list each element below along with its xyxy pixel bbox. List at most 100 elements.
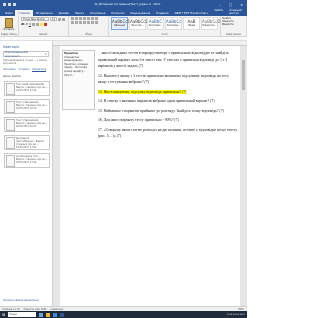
paste-label[interactable]: Вставити [2,28,16,31]
document-page[interactable]: Примітки Стандартне рецензування... Прим… [60,48,240,306]
scrollbar-thumb[interactable] [242,60,245,90]
borders-icon[interactable] [95,21,98,24]
paste-icon[interactable] [5,18,13,28]
paragraph[interactable]: 15. Найменше з варіантів прийнято до роз… [98,108,238,115]
bullets-icon[interactable] [71,17,74,20]
style-heading-2[interactable]: AaBbCc Заголово... [165,17,182,30]
editing-group: Знайти Замінити Виділити Редагування [221,16,247,36]
document-thumbnail [6,137,15,149]
decrease-indent-icon[interactable] [83,17,86,20]
italic-icon[interactable]: К [26,22,28,26]
recovery-file-card[interactable]: Ш_Матеріали тест... Версія: створено під… [4,153,50,168]
nav-tab-pages[interactable]: Сторінки [19,68,30,72]
close-icon[interactable]: × [45,52,47,56]
file-explorer-icon[interactable] [46,312,51,317]
maximize-icon[interactable]: □ [229,3,232,7]
paragraph-group: Абзац [69,16,109,36]
minimize-icon[interactable]: – [219,3,221,7]
word-window: Ш_Матеріали тестування(Текст_рідаш 1) - … [0,0,247,318]
subscript-icon[interactable] [35,22,39,26]
system-tray: 17:35 19.05.2017 [226,314,247,316]
document-thumbnail [6,101,15,113]
clipboard-group-label: Буфер обміну [1,33,17,36]
font-group: Times New Roman 14 Ж К Ч Шрифт [19,16,69,36]
font-name-select[interactable]: Times New Roman [21,17,49,21]
increase-indent-icon[interactable] [87,17,90,20]
clock-date[interactable]: 19.05.2017 [233,314,245,316]
style-title[interactable]: AaB Назва [183,17,200,30]
document-body[interactable]: …якості вихідних тестів в маршрутизаторі… [98,50,238,143]
style-no-spacing[interactable]: AaBbCcD Без інте... [129,17,149,30]
paragraph[interactable]: …якості вихідних тестів в маршрутизаторі… [98,50,238,70]
comment-text: Стандартне рецензування... Примітки, скл… [64,55,89,77]
save-icon[interactable] [3,3,6,6]
bold-icon[interactable]: Ж [21,22,25,26]
sort-icon[interactable] [91,17,94,20]
nav-tabs: Заголовки Сторінки Результати [3,68,49,72]
clipboard-group: Вставити Буфер обміну [0,16,19,36]
paragraph[interactable]: 17. «Створену вами статтю розподіл на дв… [98,127,238,140]
comment-panel[interactable]: Примітки Стандартне рецензування... Прим… [62,50,95,110]
line-spacing-icon[interactable] [87,21,90,24]
horizontal-ruler[interactable] [53,41,247,46]
window-controls: – □ × [215,3,247,7]
nav-results-label: Діалог файлів [3,75,21,78]
nav-subtitle: Підпорядкування та інші ... у межах доку… [3,59,47,65]
justify-icon[interactable] [83,21,86,24]
align-center-icon[interactable] [75,21,78,24]
show-marks-icon[interactable] [95,17,98,20]
recovery-file-card[interactable]: Текст (Звичайний). Версія: створено під … [4,99,50,114]
document-thumbnail [6,83,15,95]
undo-icon[interactable] [8,3,11,6]
navigation-pane: Навігація Відповідальний документ... × П… [0,41,53,306]
sign-in-link[interactable]: Увійти [215,9,224,15]
document-thumbnail [6,155,15,167]
show-recovered-files-link[interactable]: Показати файли відновлення [3,299,39,302]
ribbon: Вставити Буфер обміну Times New Roman 14… [0,16,247,37]
paragraph[interactable]: 14. В списку з вказаних варіантів вибран… [98,98,238,105]
share-button[interactable]: Спільний доступ [229,9,244,15]
taskbar: ⊞ Пошук 17:35 19.05.2017 [0,311,247,318]
nav-search-text: Відповідальний документ... [5,50,29,58]
shading-icon[interactable] [91,21,94,24]
title-bar: Ш_Матеріали тестування(Текст_рідаш 1) - … [0,0,247,9]
document-thumbnail [6,119,15,131]
nav-tab-headings[interactable]: Заголовки [3,68,16,72]
multilevel-list-icon[interactable] [79,17,82,20]
browser-icon[interactable] [53,312,58,317]
shrink-font-icon[interactable] [62,17,65,21]
align-left-icon[interactable] [71,21,74,24]
windows-start-icon[interactable]: ⊞ [2,312,5,317]
grow-font-icon[interactable] [58,17,61,21]
ribbon-tabs: Файл Главная Вставлення Дизайн Макет Пос… [0,9,247,16]
recovery-file-card[interactable]: Текстовий (Звичайний). Версія: створено … [4,81,50,96]
style-subtitle[interactable]: AaBbCcD Підзаголо... [201,17,221,30]
style-heading-1[interactable]: AaBbC Заголово... [147,17,164,30]
redo-icon[interactable] [13,3,16,6]
window-title: Ш_Матеріали тестування(Текст_рідаш 1) - … [94,3,161,6]
font-color-icon[interactable] [43,22,47,26]
clock-time[interactable]: 17:35 [226,314,232,316]
highlighted-text[interactable]: 13. Яка в кінцевому підсумку відповідь п… [98,89,187,94]
word-icon[interactable] [60,312,65,317]
strikethrough-icon[interactable] [31,22,35,26]
styles-group-label: Стилі [161,33,168,36]
numbering-icon[interactable] [75,17,78,20]
paragraph[interactable]: 12. Вказати у якому з 3 тестів правильно… [98,73,238,86]
paragraph[interactable]: 16. Для якого варіанту тесту правильно -… [98,117,238,124]
nav-search-input[interactable]: Відповідальний документ... × [3,50,49,58]
taskbar-search[interactable]: Пошук [8,312,37,317]
highlight-icon[interactable] [39,22,43,26]
underline-icon[interactable]: Ч [29,22,31,26]
task-view-icon[interactable] [39,312,44,317]
align-right-icon[interactable] [79,21,82,24]
paragraph[interactable]: 13. Яка в кінцевому підсумку відповідь п… [98,89,238,96]
select-button[interactable]: Виділити [222,23,245,26]
recovery-file-card[interactable]: Документ1 (Автозбереже... Версія: створе… [4,135,50,150]
recovery-file-card[interactable]: Текст (Звичайний). Версія: створено під … [4,117,50,132]
style-normal[interactable]: AaBbCcD Обычный [111,17,131,30]
editing-group-label: Редагування [226,33,241,36]
nav-tab-results[interactable]: Результати [32,68,47,72]
close-icon[interactable]: × [240,3,243,7]
font-size-select[interactable]: 14 [50,17,57,21]
